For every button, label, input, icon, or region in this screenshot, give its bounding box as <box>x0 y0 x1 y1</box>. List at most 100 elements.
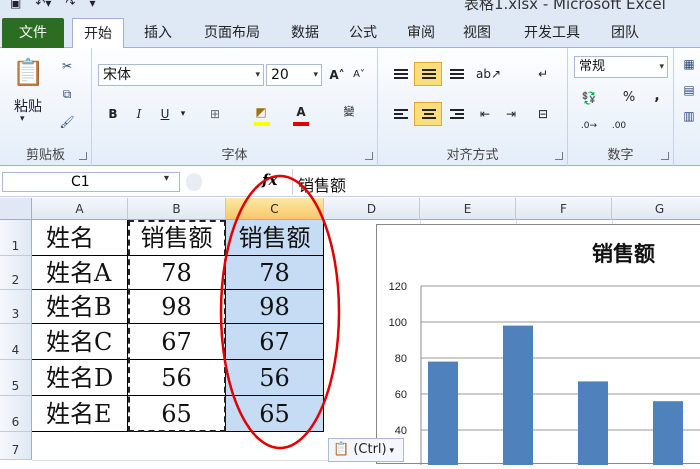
save-icon[interactable]: ▣ <box>10 0 21 10</box>
tab-file[interactable]: 文件 <box>2 18 64 48</box>
paste-options-button[interactable]: 📋 (Ctrl) ▾ <box>328 438 404 462</box>
formula-input[interactable] <box>292 169 700 195</box>
cell-b1[interactable]: 销售额 <box>128 220 226 256</box>
tab-developer[interactable]: 开发工具 <box>512 18 592 48</box>
column-header-a[interactable]: A <box>32 198 128 220</box>
tab-team[interactable]: 团队 <box>600 18 650 48</box>
font-size-select[interactable]: 20 ▾ <box>266 64 322 86</box>
bar-3[interactable] <box>578 381 608 465</box>
increase-indent-icon[interactable]: ⇥ <box>502 106 520 122</box>
font-dialog-launcher[interactable] <box>365 152 373 160</box>
decrease-indent-icon[interactable]: ⇤ <box>476 106 494 122</box>
chart-title[interactable]: 销售额 <box>592 238 655 268</box>
conditional-format-icon[interactable]: ▦ <box>680 56 698 72</box>
select-all-button[interactable] <box>0 198 32 220</box>
tab-data[interactable]: 数据 <box>280 18 330 48</box>
column-header-d[interactable]: D <box>324 198 420 220</box>
wrap-text-icon[interactable]: ↵ <box>534 66 552 82</box>
borders-icon[interactable]: ⊞ <box>206 106 224 122</box>
column-header-e[interactable]: E <box>420 198 516 220</box>
customize-qat-icon[interactable]: ▾ <box>89 0 95 10</box>
row-header-7[interactable]: 7 <box>0 432 32 460</box>
name-box-dropdown-icon[interactable]: ▾ <box>164 173 169 184</box>
align-center-button[interactable] <box>414 102 442 126</box>
cell-a5[interactable]: 姓名D <box>32 360 128 396</box>
paste-button[interactable]: 粘贴 <box>6 96 50 116</box>
font-color-icon[interactable]: A <box>292 104 310 120</box>
column-header-f[interactable]: F <box>516 198 612 220</box>
splitter-handle[interactable] <box>186 173 202 191</box>
bar-1[interactable] <box>428 361 458 465</box>
currency-icon[interactable]: 💱 <box>580 90 598 106</box>
column-header-c[interactable]: C <box>226 198 324 220</box>
column-header-g[interactable]: G <box>612 198 700 220</box>
cell-c6[interactable]: 65 <box>226 396 324 432</box>
cell-c2[interactable]: 78 <box>226 256 324 290</box>
bold-button[interactable]: B <box>104 106 122 122</box>
align-left-button[interactable] <box>386 102 414 126</box>
tab-page-layout[interactable]: 页面布局 <box>192 18 272 48</box>
tab-review[interactable]: 审阅 <box>396 18 446 48</box>
cell-a2[interactable]: 姓名A <box>32 256 128 290</box>
decrease-decimal-icon[interactable]: .00 <box>610 118 628 134</box>
cell-b3[interactable]: 98 <box>128 290 226 324</box>
align-middle-button[interactable] <box>414 62 442 86</box>
phonetic-guide-icon[interactable]: 變 <box>340 104 358 120</box>
cell-b4[interactable]: 67 <box>128 324 226 360</box>
underline-button[interactable]: U <box>156 106 174 122</box>
cell-a6[interactable]: 姓名E <box>32 396 128 432</box>
cell-c5[interactable]: 56 <box>226 360 324 396</box>
cell-b6[interactable]: 65 <box>128 396 226 432</box>
align-top-button[interactable] <box>386 62 414 86</box>
alignment-dialog-launcher[interactable] <box>555 152 563 160</box>
font-name-select[interactable]: 宋体 ▾ <box>98 64 264 86</box>
tab-insert[interactable]: 插入 <box>134 18 182 48</box>
clipboard-dialog-launcher[interactable] <box>79 152 87 160</box>
row-header-6[interactable]: 6 <box>0 396 32 432</box>
row-header-2[interactable]: 2 <box>0 256 32 290</box>
bar-2[interactable] <box>503 325 533 465</box>
format-painter-icon[interactable]: 🖌 <box>58 114 76 130</box>
cell-a1[interactable]: 姓名 <box>32 220 128 256</box>
row-header-1[interactable]: 1 <box>0 220 32 256</box>
shrink-font-icon[interactable]: A˅ <box>350 67 368 83</box>
name-box[interactable]: C1 <box>2 172 180 192</box>
merge-center-icon[interactable]: ⊟ <box>534 106 552 122</box>
cell-b5[interactable]: 56 <box>128 360 226 396</box>
format-table-icon[interactable]: ▤ <box>680 82 698 98</box>
cell-c1[interactable]: 销售额 <box>226 220 324 256</box>
row-header-3[interactable]: 3 <box>0 290 32 324</box>
cut-icon[interactable]: ✂ <box>58 58 76 74</box>
cell-c3[interactable]: 98 <box>226 290 324 324</box>
cell-a4[interactable]: 姓名C <box>32 324 128 360</box>
row-header-5[interactable]: 5 <box>0 360 32 396</box>
number-dialog-launcher[interactable] <box>661 152 669 160</box>
underline-dropdown-icon[interactable]: ▾ <box>174 106 192 122</box>
column-header-b[interactable]: B <box>128 198 226 220</box>
paste-icon[interactable]: 📋 <box>12 56 44 90</box>
increase-decimal-icon[interactable]: .0→ <box>580 118 598 134</box>
tab-home[interactable]: 开始 <box>72 18 124 49</box>
number-format-select[interactable]: 常规 ▾ <box>574 56 668 78</box>
undo-icon[interactable]: ↶▾ <box>35 0 51 10</box>
percent-button[interactable]: % <box>620 90 638 106</box>
bar-4[interactable] <box>653 401 683 465</box>
cell-b2[interactable]: 78 <box>128 256 226 290</box>
grow-font-icon[interactable]: A˄ <box>328 67 346 83</box>
cell-a3[interactable]: 姓名B <box>32 290 128 324</box>
row-header-4[interactable]: 4 <box>0 324 32 360</box>
align-right-button[interactable] <box>442 102 470 126</box>
insert-function-button[interactable]: fx <box>262 171 277 189</box>
align-bottom-button[interactable] <box>442 62 470 86</box>
text-orientation-icon[interactable]: ab↗ <box>476 66 501 82</box>
fill-color-icon[interactable]: ◩ <box>252 104 270 120</box>
cell-styles-icon[interactable]: ▥ <box>680 108 698 124</box>
tab-view[interactable]: 视图 <box>452 18 502 48</box>
tab-formulas[interactable]: 公式 <box>338 18 388 48</box>
cell-c4[interactable]: 67 <box>226 324 324 360</box>
copy-icon[interactable]: ⧉ <box>58 86 76 102</box>
redo-icon[interactable]: ↷ <box>65 0 75 10</box>
paste-dropdown-icon[interactable]: ▾ <box>20 114 25 124</box>
comma-style-button[interactable]: , <box>648 88 666 104</box>
italic-button[interactable]: I <box>130 106 148 122</box>
